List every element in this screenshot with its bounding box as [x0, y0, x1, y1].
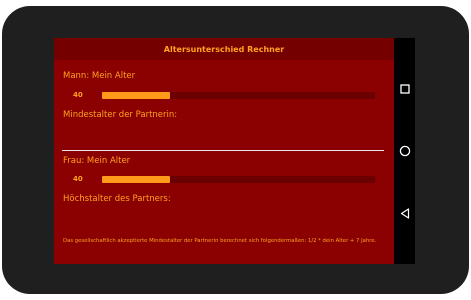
- app-title-bar: Altersunterschied Rechner: [54, 38, 394, 60]
- male-age-slider-fill: [102, 92, 171, 99]
- female-age-slider-fill: [102, 176, 171, 183]
- male-age-slider[interactable]: [102, 92, 375, 99]
- app-screen: Altersunterschied Rechner Mann: Mein Alt…: [54, 38, 394, 264]
- system-nav-bar: [394, 38, 415, 264]
- home-button[interactable]: [398, 144, 411, 157]
- back-button[interactable]: [398, 207, 411, 220]
- min-partner-age-label: Mindestalter der Partnerin:: [63, 110, 178, 120]
- formula-footnote: Das gesellschaftlich akzeptierte Mindest…: [63, 238, 377, 244]
- recent-apps-button[interactable]: [398, 82, 411, 95]
- recent-apps-icon: [399, 83, 410, 94]
- female-age-label: Frau: Mein Alter: [63, 156, 131, 166]
- male-age-value: 40: [73, 91, 83, 99]
- female-age-value: 40: [73, 175, 83, 183]
- back-icon: [400, 208, 409, 219]
- divider: [62, 150, 384, 151]
- app-title: Altersunterschied Rechner: [163, 44, 285, 54]
- max-partner-age-label: Höchstalter des Partners:: [63, 194, 171, 204]
- male-age-label: Mann: Mein Alter: [63, 71, 136, 81]
- female-age-slider[interactable]: [102, 176, 375, 183]
- home-icon: [399, 145, 410, 156]
